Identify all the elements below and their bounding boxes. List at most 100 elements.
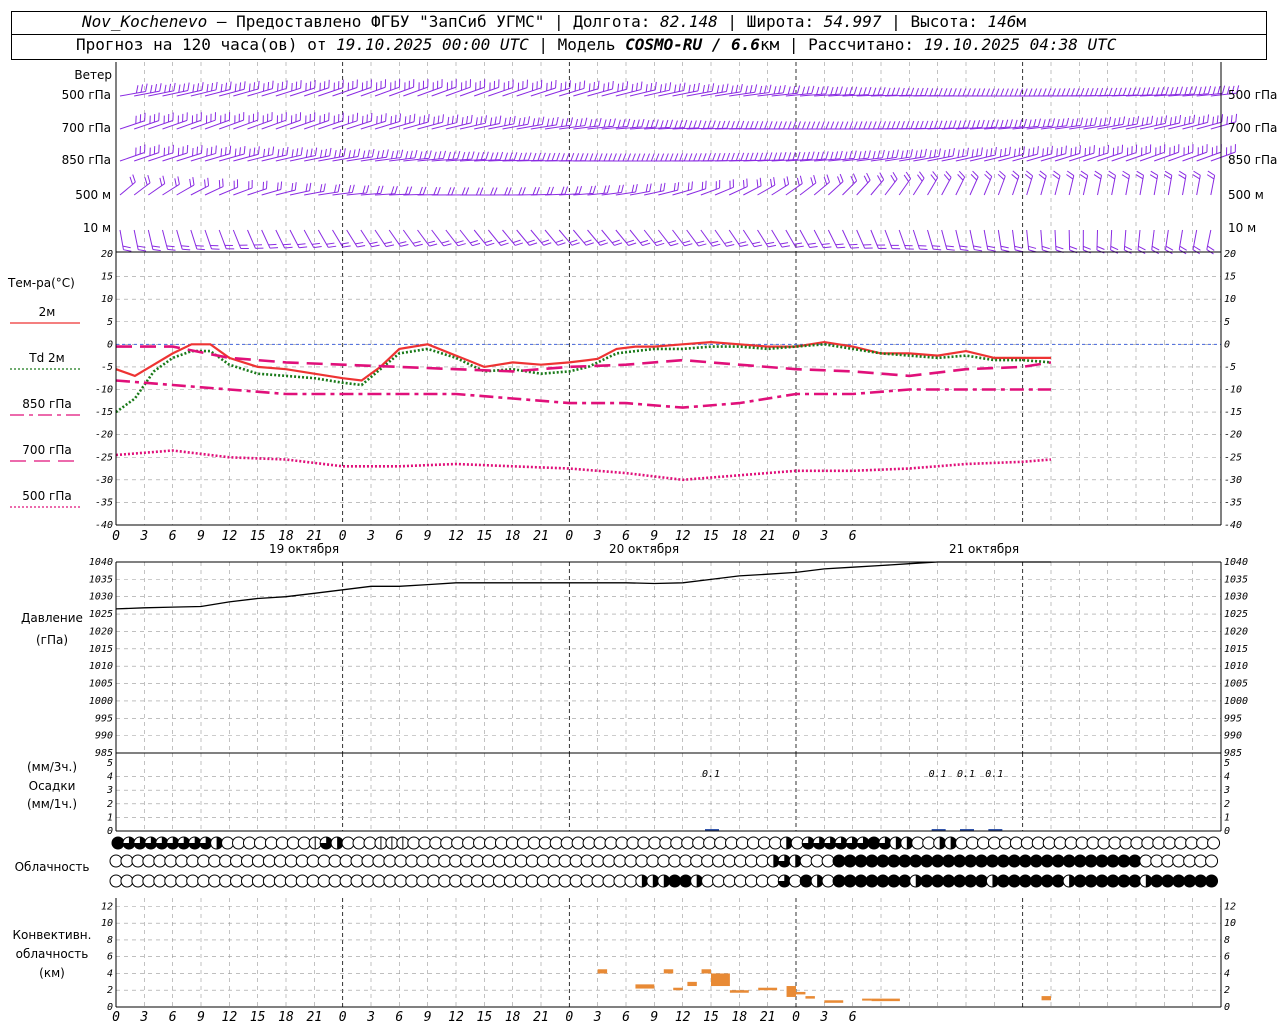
wind-barb — [474, 86, 499, 97]
conv-tick-left: 0 — [107, 1002, 113, 1013]
wind-barb — [643, 229, 657, 246]
pressure-tick-left: 1030 — [89, 592, 113, 603]
hour-tick-label-bottom: 12 — [448, 1010, 464, 1024]
wind-barb-feather — [211, 82, 214, 91]
cloud-symbol — [339, 874, 353, 888]
wind-barb — [502, 229, 516, 246]
cloud-symbol — [547, 854, 561, 868]
wind-barb-feather — [877, 150, 881, 159]
wind-barb-feather — [793, 242, 803, 245]
cloud-symbol — [1152, 836, 1166, 850]
wind-barb — [1069, 152, 1095, 162]
wind-barb-feather — [1011, 173, 1019, 180]
wind-panel-title: Ветер — [74, 68, 112, 82]
wind-barb-feather — [447, 151, 451, 160]
wind-barb — [431, 86, 457, 97]
wind-barb-feather — [522, 117, 526, 126]
wind-barb — [813, 181, 830, 196]
wind-barb-feather — [910, 87, 915, 96]
meteogram-chart: 0.1 0.1 0.1 0.1 0 3 6 9 12 15 18 21 0 3 6 9 12 15 18 21 0 3 6… — [7, 62, 1277, 1024]
wind-barb-feather — [1212, 116, 1215, 125]
cloud-fill-full — [953, 855, 966, 867]
wind-barb-feather — [451, 115, 454, 124]
pressure-tick-right: 995 — [1224, 713, 1242, 724]
pressure-tick-left: 1035 — [89, 574, 113, 585]
cloud-symbol — [471, 874, 485, 888]
cloud-symbol — [230, 874, 244, 888]
wind-barb-feather — [952, 148, 955, 157]
wind-barb-feather — [930, 174, 937, 182]
cloud-fill-full — [920, 875, 933, 887]
wind-barb-feather — [277, 149, 280, 158]
cloud-symbol — [153, 874, 167, 888]
temp-tick-right: -5 — [1224, 362, 1236, 373]
wind-barb-feather — [1056, 119, 1060, 128]
cloud-symbol — [613, 854, 627, 868]
hour-tick-label-bottom: 0 — [112, 1010, 120, 1024]
pressure-series — [115, 561, 1051, 610]
wind-barb-feather — [811, 121, 816, 130]
wind-barb-feather — [766, 241, 775, 245]
wind-barb-feather — [546, 118, 550, 127]
wind-barb — [304, 87, 329, 97]
wind-barb-feather — [414, 243, 423, 247]
wind-barb-feather — [1041, 245, 1050, 250]
wind-barb — [119, 181, 136, 196]
cloud-symbol — [164, 874, 178, 888]
conv-cloud-bar — [862, 998, 872, 1001]
cloud-symbol — [219, 854, 233, 868]
hour-tick-label-bottom: 21 — [307, 1010, 323, 1024]
wind-barb-feather — [905, 149, 909, 158]
wind-barb-feather — [423, 115, 426, 124]
wind-barb — [927, 155, 954, 162]
pressure-tick-left: 995 — [95, 713, 113, 724]
wind-barb-feather — [787, 86, 791, 95]
temp-tick-left: -20 — [95, 430, 113, 441]
wind-barb — [1083, 124, 1110, 130]
temperature-series — [115, 340, 1052, 482]
cloud-symbol — [681, 836, 695, 850]
cloud-symbol — [328, 854, 342, 868]
wind-barb-feather — [998, 170, 1006, 177]
cloud-symbol — [799, 854, 813, 868]
cloud-symbol — [580, 854, 594, 868]
cloud-symbol — [746, 836, 760, 850]
wind-barb — [473, 229, 488, 246]
cloud-symbol — [1064, 836, 1078, 850]
wind-barb-feather — [1018, 147, 1021, 156]
wind-barb-feather — [1066, 174, 1074, 180]
wind-barb-feather — [786, 176, 790, 185]
cloud-symbol — [297, 836, 311, 850]
wind-barb-feather — [579, 81, 581, 90]
wind-barb-feather — [1096, 245, 1105, 250]
conv-tick-right: 4 — [1224, 968, 1230, 979]
wind-barb-feather — [711, 83, 715, 92]
wind-barb-feather — [780, 242, 789, 245]
cloud-symbol — [922, 836, 936, 850]
conv-tick-left: 12 — [101, 901, 113, 912]
wind-barb — [898, 178, 912, 196]
wind-barb-feather — [267, 147, 270, 156]
wind-barb-feather — [1179, 245, 1187, 251]
wind-barb-feather — [976, 120, 981, 128]
wind-barb — [402, 229, 416, 247]
temp-tick-left: -25 — [95, 452, 113, 463]
wind-barb-feather — [159, 83, 162, 92]
wind-barb-feather — [1079, 174, 1088, 180]
wind-barb-feather — [319, 149, 323, 158]
wind-barb-feather — [976, 88, 981, 97]
wind-barb-feather — [1090, 87, 1094, 96]
wind-barb-feather — [357, 244, 366, 248]
cloud-symbol — [306, 854, 320, 868]
wind-barb-feather — [797, 151, 801, 160]
wind-barb-feather — [929, 88, 934, 96]
wind-barb-feather — [1085, 88, 1090, 96]
wind-barb-feather — [493, 187, 498, 196]
wind-barb-feather — [677, 182, 680, 191]
wind-barb-feather — [461, 152, 466, 160]
wind-barb-feather — [743, 180, 745, 189]
wind-barb-feather — [1083, 245, 1091, 250]
pressure-tick-right: 990 — [1224, 731, 1242, 742]
wind-barb-feather — [324, 148, 327, 157]
wind-barb — [261, 87, 287, 97]
